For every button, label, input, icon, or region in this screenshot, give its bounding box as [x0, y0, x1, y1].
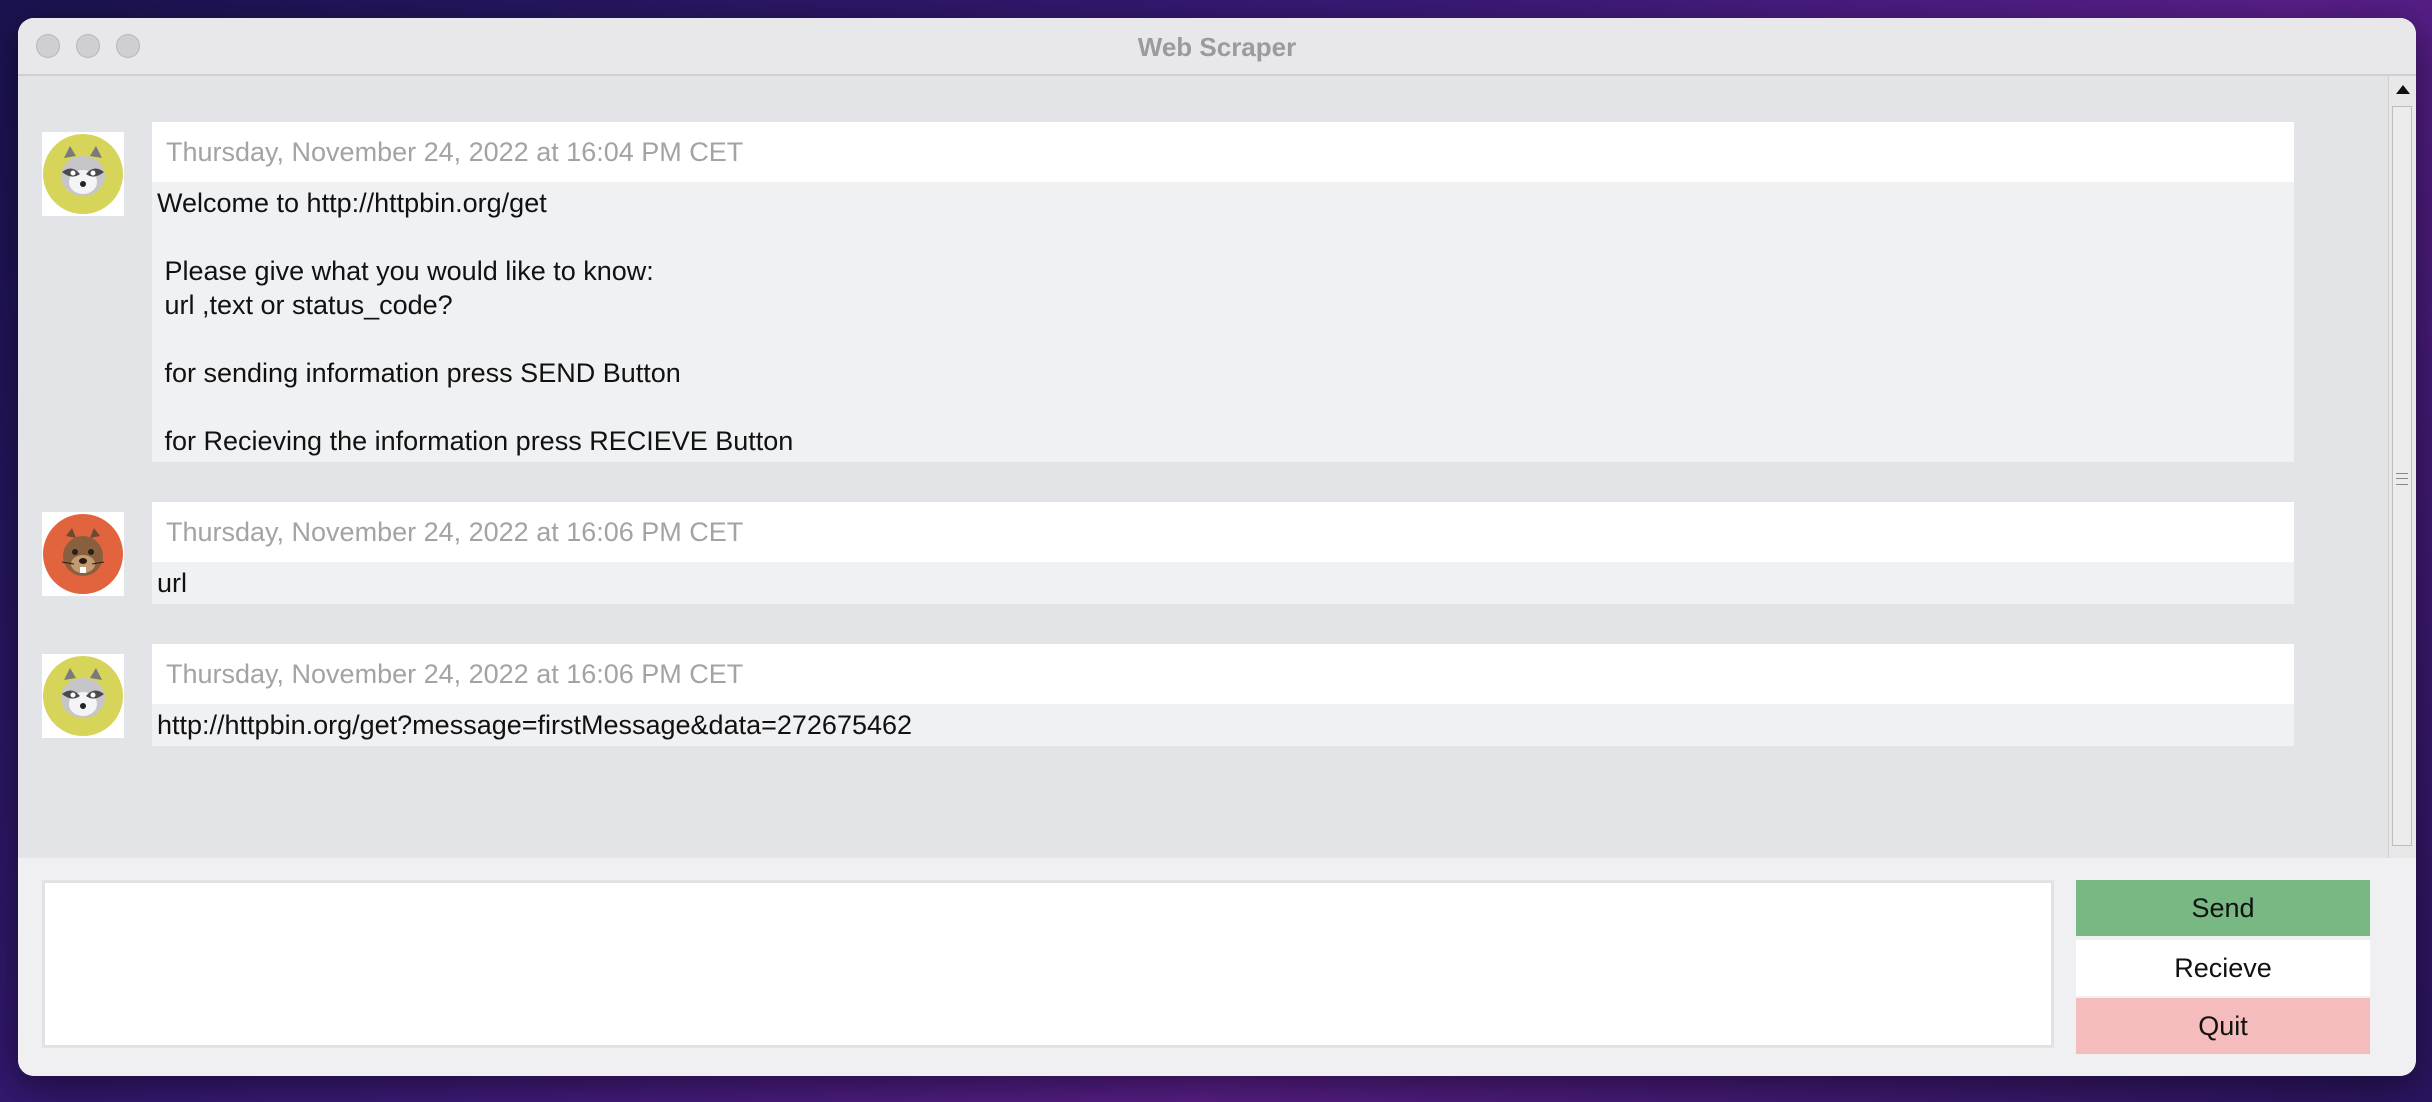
message-bubble: Thursday, November 24, 2022 at 16:06 PM … [152, 644, 2294, 746]
window-title: Web Scraper [1137, 32, 1297, 62]
input-panel: Send Recieve Quit [18, 858, 2416, 1076]
app-window: Web Scraper Thursday, November 24, 2022 … [18, 18, 2416, 1076]
chat-log: Thursday, November 24, 2022 at 16:04 PM … [18, 76, 2388, 858]
title-bar: Web Scraper [18, 18, 2416, 76]
raccoon-icon [42, 654, 124, 738]
scroll-up-arrow-icon[interactable] [2393, 80, 2413, 100]
grip-icon [2396, 473, 2408, 485]
message-text: url [152, 562, 2294, 604]
message-bubble: Thursday, November 24, 2022 at 16:06 PM … [152, 502, 2294, 604]
message-timestamp: Thursday, November 24, 2022 at 16:06 PM … [152, 502, 2294, 562]
message-text: http://httpbin.org/get?message=firstMess… [152, 704, 2294, 746]
message-bubble: Thursday, November 24, 2022 at 16:04 PM … [152, 122, 2294, 462]
message-timestamp: Thursday, November 24, 2022 at 16:04 PM … [152, 122, 2294, 182]
send-button[interactable]: Send [2076, 880, 2370, 936]
message-input[interactable] [42, 880, 2054, 1048]
chat-scrollbar[interactable] [2388, 76, 2416, 878]
beaver-icon [42, 512, 124, 596]
message-timestamp: Thursday, November 24, 2022 at 16:06 PM … [152, 644, 2294, 704]
recieve-button[interactable]: Recieve [2076, 940, 2370, 996]
raccoon-icon [42, 132, 124, 216]
scroll-thumb[interactable] [2392, 106, 2412, 846]
quit-button[interactable]: Quit [2076, 998, 2370, 1054]
message-text: Welcome to http://httpbin.org/get Please… [152, 182, 2294, 462]
